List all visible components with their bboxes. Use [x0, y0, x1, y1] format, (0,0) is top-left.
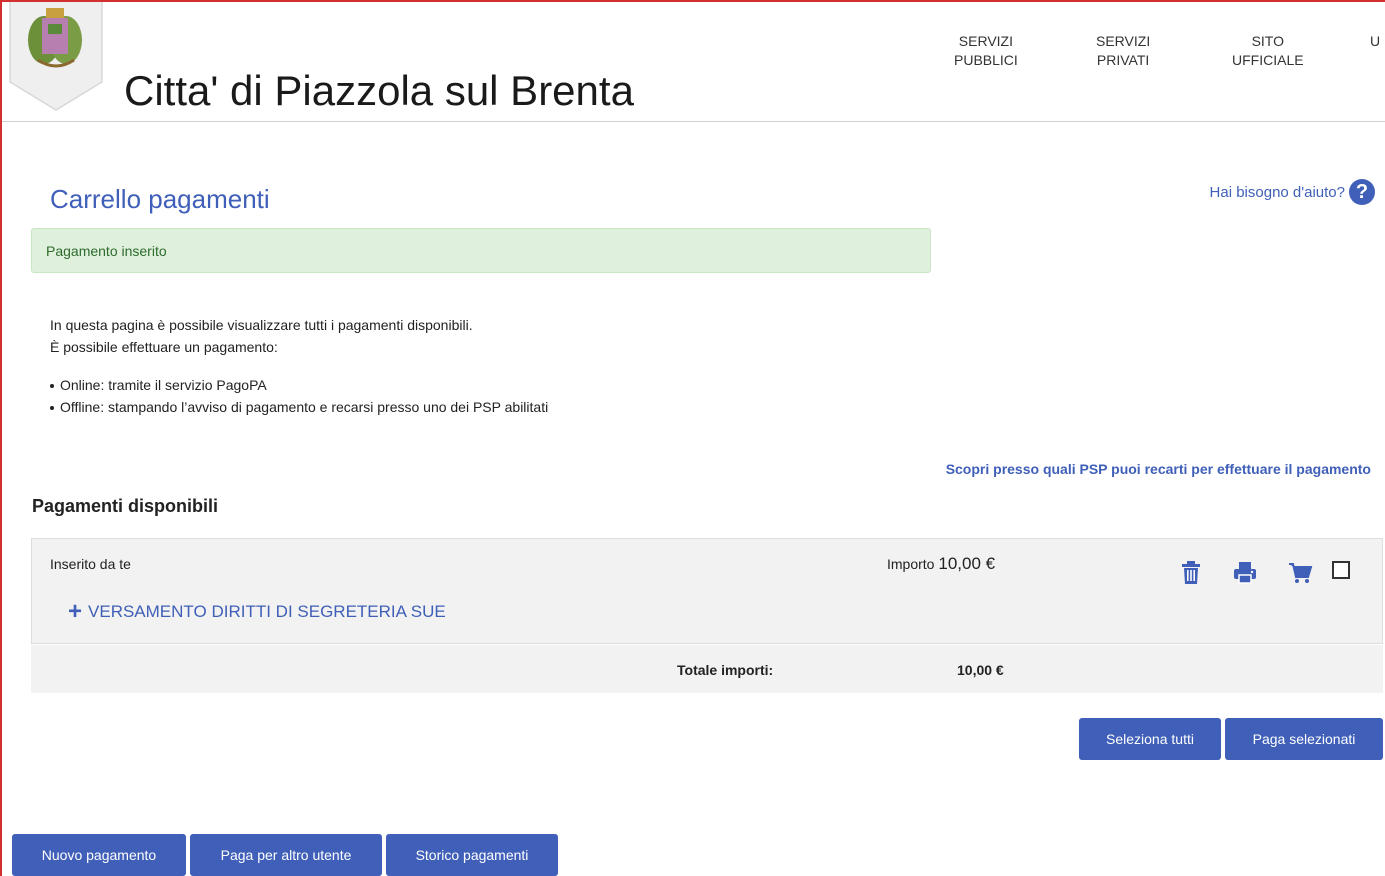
total-label: Totale importi:: [677, 662, 774, 678]
nav-sito-ufficiale[interactable]: SITO UFFICIALE: [1232, 32, 1304, 70]
intro-line-1: In questa pagina è possibile visualizzar…: [50, 317, 473, 333]
intro-text: In questa pagina è possibile visualizzar…: [50, 314, 473, 358]
select-all-button[interactable]: Seleziona tutti: [1079, 718, 1221, 760]
service-name: VERSAMENTO DIRITTI DI SEGRETERIA SUE: [88, 602, 446, 621]
inserted-by-label: Inserito da te: [50, 556, 131, 572]
amount-label: Importo: [887, 556, 935, 572]
nav-label-line1: SERVIZI: [1096, 33, 1151, 49]
nav-item-truncated[interactable]: U: [1370, 32, 1380, 51]
nav-servizi-privati[interactable]: SERVIZI PRIVATI: [1096, 32, 1150, 70]
payment-select-checkbox[interactable]: [1332, 561, 1350, 579]
nav-label-line2: UFFICIALE: [1232, 52, 1304, 68]
nav-label-line1: SERVIZI: [958, 33, 1013, 49]
site-title[interactable]: Citta' di Piazzola sul Brenta: [124, 70, 634, 112]
payment-methods-list: Online: tramite il servizio PagoPA Offli…: [50, 374, 548, 418]
payment-card: Inserito da te Importo 10,00 € + VERSAME…: [31, 538, 1383, 644]
trash-icon[interactable]: [1178, 559, 1204, 585]
service-expand-link[interactable]: + VERSAMENTO DIRITTI DI SEGRETERIA SUE: [68, 600, 446, 624]
cart-icon[interactable]: [1287, 559, 1313, 585]
new-payment-button[interactable]: Nuovo pagamento: [12, 834, 186, 876]
payment-history-button[interactable]: Storico pagamenti: [386, 834, 558, 876]
totals-row: Totale importi: 10,00 €: [31, 645, 1383, 693]
nav-servizi-pubblici[interactable]: SERVIZI PUBBLICI: [954, 32, 1018, 70]
total-value: 10,00 €: [957, 662, 1004, 678]
section-title: Pagamenti disponibili: [32, 496, 219, 516]
psp-info-link[interactable]: Scopri presso quali PSP puoi recarti per…: [946, 461, 1371, 477]
nav-label-line1: SITO: [1251, 33, 1284, 49]
list-item: Offline: stampando l’avviso di pagamento…: [50, 396, 548, 418]
help-label: Hai bisogno d'aiuto?: [1209, 183, 1345, 201]
bullet-icon: [50, 384, 54, 389]
plus-icon: +: [68, 598, 83, 625]
site-header: Citta' di Piazzola sul Brenta SERVIZI PU…: [0, 0, 1385, 122]
nav-label-line2: PRIVATI: [1096, 52, 1150, 68]
success-alert: Pagamento inserito: [31, 228, 931, 273]
bullet-icon: [50, 406, 54, 411]
list-item: Online: tramite il servizio PagoPA: [50, 374, 548, 396]
payment-amount: Importo 10,00 €: [887, 554, 995, 574]
page-title: Carrello pagamenti: [50, 184, 270, 214]
nav-label-line2: PUBBLICI: [954, 52, 1018, 68]
intro-line-2: È possibile effettuare un pagamento:: [50, 339, 278, 355]
print-icon[interactable]: [1232, 559, 1258, 585]
list-item-text: Offline: stampando l’avviso di pagamento…: [60, 399, 549, 415]
nav-label-line1: U: [1370, 33, 1381, 49]
top-navigation: SERVIZI PUBBLICI SERVIZI PRIVATI SITO UF…: [930, 32, 1385, 82]
amount-value: 10,00 €: [938, 554, 996, 573]
list-item-text: Online: tramite il servizio PagoPA: [60, 377, 267, 393]
help-link[interactable]: Hai bisogno d'aiuto? ?: [1210, 179, 1375, 205]
help-icon: ?: [1349, 179, 1375, 205]
pay-selected-button[interactable]: Paga selezionati: [1225, 718, 1383, 760]
alert-text: Pagamento inserito: [46, 242, 167, 259]
city-crest-logo[interactable]: [8, 0, 104, 112]
pay-other-user-button[interactable]: Paga per altro utente: [190, 834, 382, 876]
